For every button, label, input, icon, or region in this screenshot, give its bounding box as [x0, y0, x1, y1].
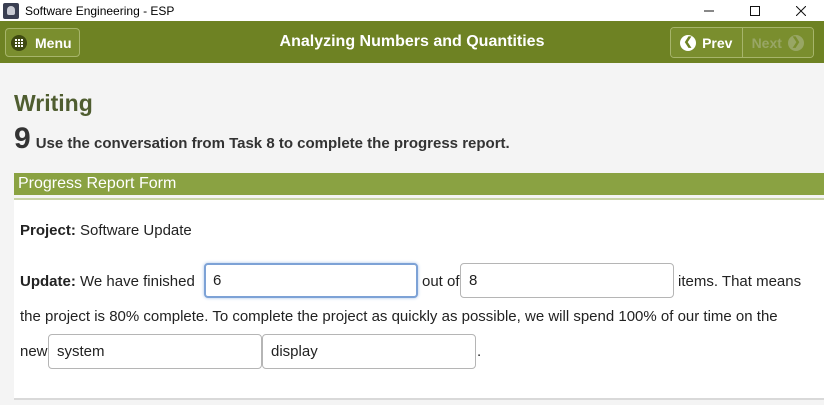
minimize-button[interactable] [686, 0, 732, 21]
minimize-icon [704, 10, 714, 11]
new-text: new [20, 343, 48, 360]
section-title: Writing [14, 90, 93, 116]
menu-button[interactable]: Menu [5, 28, 80, 57]
progress-sentence: the project is 80% complete. To complete… [20, 308, 778, 325]
items-text: items. That means [678, 273, 802, 290]
update-label: Update: [20, 273, 76, 290]
close-button[interactable] [778, 0, 824, 21]
chevron-left-icon: ❮ [680, 34, 697, 51]
prev-label: Prev [702, 34, 733, 51]
maximize-icon [750, 5, 760, 16]
next-button[interactable]: Next ❯ [741, 28, 813, 57]
out-of-text: out of [422, 273, 460, 290]
maximize-button[interactable] [732, 0, 778, 21]
next-label: Next [751, 34, 782, 51]
close-icon [796, 5, 806, 16]
project-label: Project: [20, 222, 76, 239]
answer-field-1[interactable]: system [48, 334, 262, 369]
form-divider [14, 398, 824, 400]
total-count-field[interactable]: 8 [460, 263, 674, 298]
answer-field-2[interactable]: display [262, 334, 476, 369]
task-number: 9 [14, 122, 31, 155]
menu-label: Menu [35, 34, 72, 51]
window-title: Software Engineering - ESP [25, 3, 175, 18]
grid-icon [11, 34, 27, 51]
project-value: Software Update [80, 222, 192, 239]
form-title-bar: Progress Report Form [14, 173, 824, 195]
app-icon [3, 2, 19, 19]
project-row: Project: Software Update [20, 222, 192, 239]
we-have-finished-text: We have finished [80, 273, 195, 290]
title-bar: Software Engineering - ESP [0, 0, 824, 21]
finished-count-field[interactable]: 6 [204, 263, 418, 298]
window-controls [686, 0, 824, 21]
chevron-right-icon: ❯ [787, 34, 804, 51]
update-label-row: Update: We have finished [20, 273, 195, 290]
task-heading: 9 Use the conversation from Task 8 to co… [14, 124, 510, 154]
prev-button[interactable]: ❮ Prev [671, 28, 742, 57]
period-text: . [477, 343, 482, 360]
task-instruction: Use the conversation from Task 8 to comp… [35, 135, 510, 152]
app-header: Menu Analyzing Numbers and Quantities ❮ … [0, 21, 824, 63]
pagination-nav: ❮ Prev Next ❯ [670, 27, 814, 58]
